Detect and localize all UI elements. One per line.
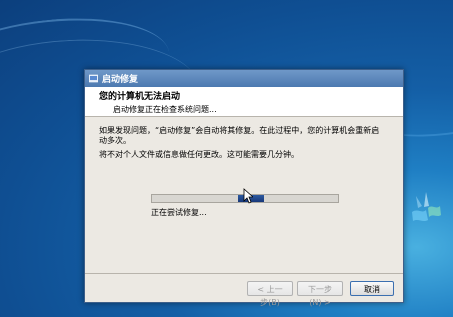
content-area: 如果发现问题，“启动修复”会自动将其修复。在此过程中，您的计算机会重新启动多次。…: [85, 117, 403, 160]
header-subtitle: 启动修复正在检查系统问题...: [113, 105, 217, 114]
back-button[interactable]: < 上一步(B): [247, 281, 293, 307]
windows-logo-icon: [412, 192, 441, 221]
note-text: 将不对个人文件或信息做任何更改。这可能需要几分钟。: [99, 150, 299, 159]
header-panel: 您的计算机无法启动 启动修复正在检查系统问题...: [85, 87, 403, 117]
button-bar: < 上一步(B) 下一步(N) > 取消: [85, 273, 403, 307]
window-title: 启动修复: [102, 75, 139, 85]
header-title: 您的计算机无法启动: [99, 92, 181, 102]
repair-icon: [89, 74, 98, 83]
startup-repair-window: 启动修复 您的计算机无法启动 启动修复正在检查系统问题... 如果发现问题，“启…: [84, 69, 404, 307]
title-bar: 启动修复: [85, 70, 403, 87]
mouse-cursor-icon: [243, 188, 253, 204]
next-button[interactable]: 下一步(N) >: [297, 281, 343, 307]
description-text: 如果发现问题，“启动修复”会自动将其修复。在此过程中，您的计算机会重新启动多次。: [99, 126, 380, 145]
status-text: 正在尝试修复...: [151, 208, 207, 217]
cancel-button[interactable]: 取消: [350, 281, 394, 296]
